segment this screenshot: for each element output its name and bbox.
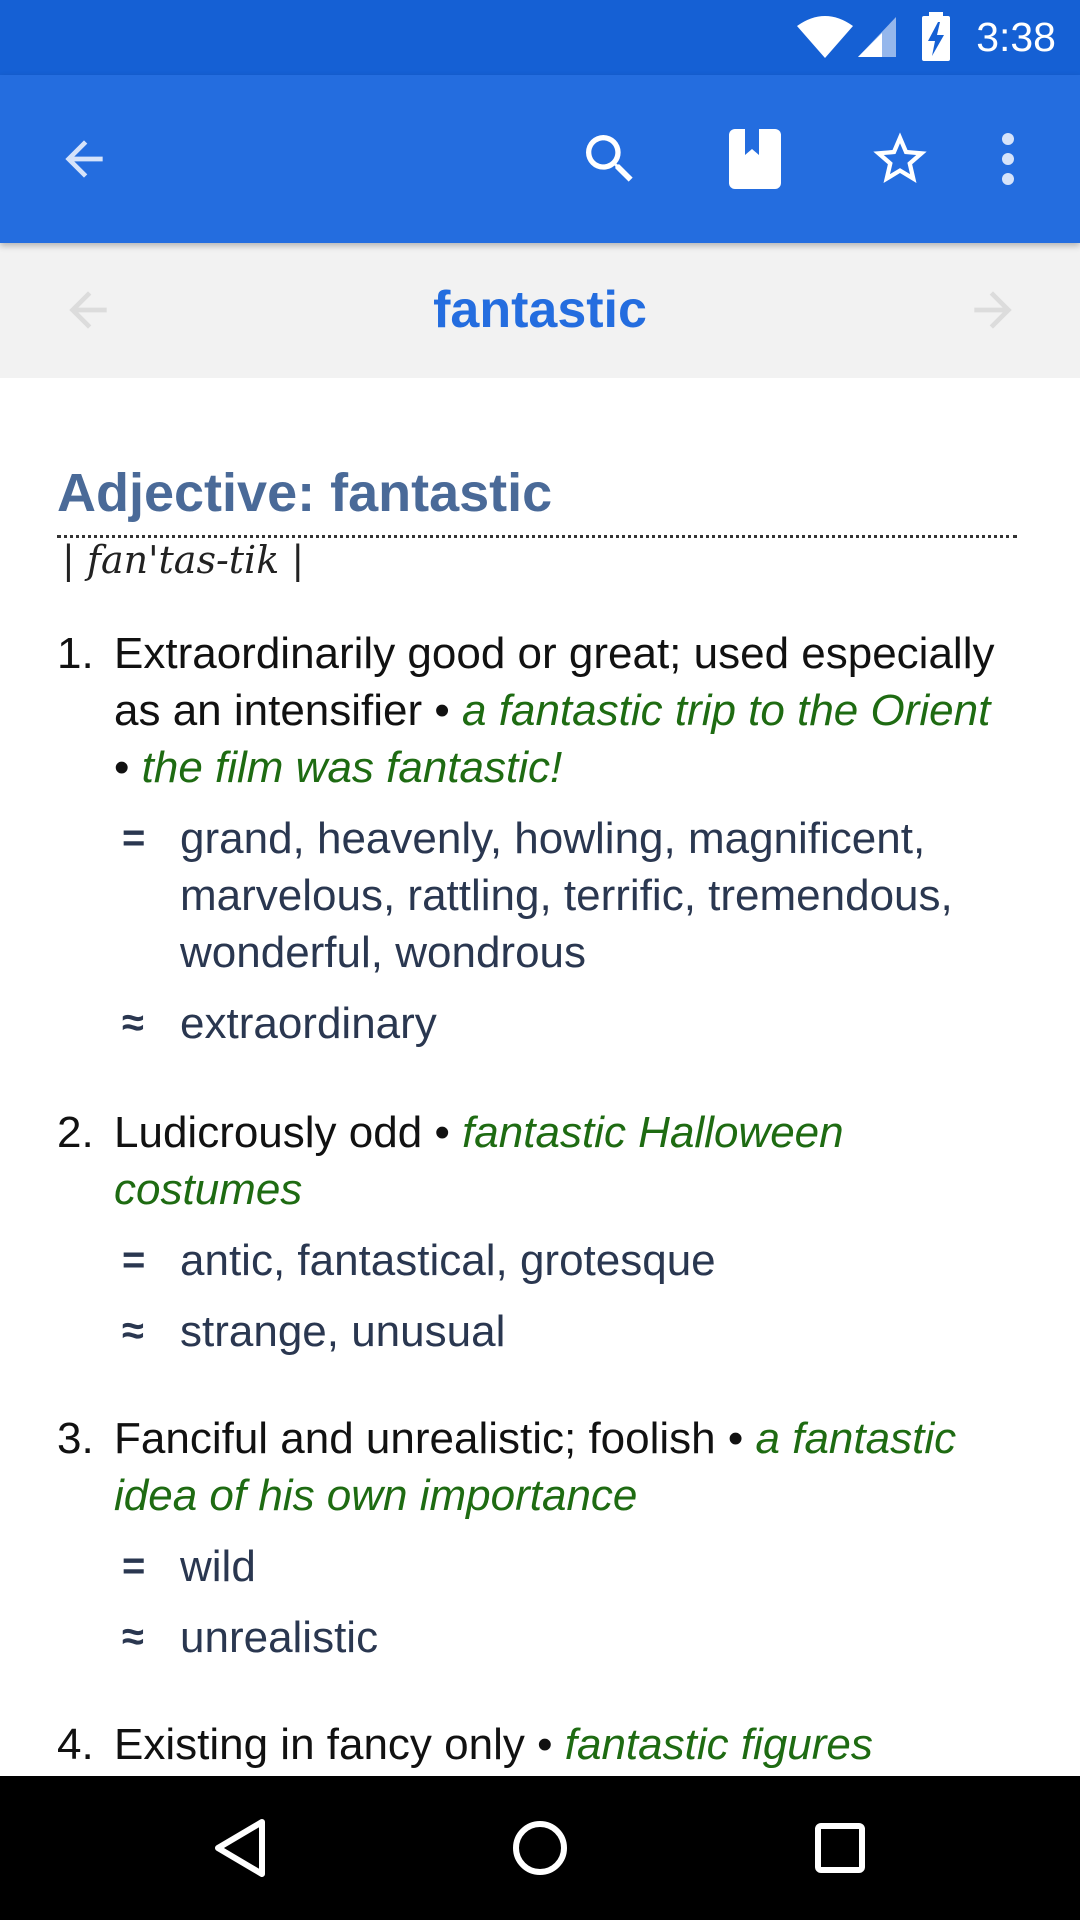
- similar-list[interactable]: strange, unusual: [180, 1303, 1017, 1360]
- pronunciation: | fan'tas-tik |: [62, 538, 305, 582]
- part-of-speech-heading: Adjective: fantastic: [57, 461, 1017, 538]
- system-navigation-bar: [0, 1776, 1080, 1920]
- sense-2: 2. Ludicrously odd • fantastic Halloween…: [57, 1104, 1017, 1360]
- similar-list[interactable]: extraordinary: [180, 995, 1017, 1052]
- example-text: a fantastic trip to the Orient: [462, 686, 991, 735]
- sense-number: 3.: [57, 1414, 94, 1463]
- nav-home-icon: [513, 1821, 567, 1875]
- similar-symbol: ≈: [122, 1309, 144, 1353]
- nav-home-button[interactable]: [490, 1798, 590, 1898]
- synonyms-row: = wild: [114, 1538, 1017, 1595]
- nav-recents-button[interactable]: [790, 1798, 890, 1898]
- sense-1: 1. Extraordinarily good or great; used e…: [57, 625, 1017, 1052]
- example-bullet: •: [114, 743, 130, 792]
- wifi-icon: [797, 16, 853, 58]
- example-bullet: •: [434, 686, 450, 735]
- sense-definition: Ludicrously odd • fantastic Halloween co…: [114, 1104, 1017, 1218]
- sense-4: 4. Existing in fancy only • fantastic fi…: [57, 1716, 1017, 1773]
- example-text: the film was fantastic!: [141, 743, 563, 792]
- similar-list[interactable]: unrealistic: [180, 1609, 1017, 1666]
- sense-number: 2.: [57, 1108, 94, 1157]
- nav-back-button[interactable]: [190, 1798, 290, 1898]
- more-options-button[interactable]: [952, 75, 1064, 243]
- word-navigation-bar: fantastic: [0, 243, 1080, 378]
- entry-word-title: fantastic: [433, 281, 647, 339]
- sense-definition: Existing in fancy only • fantastic figur…: [114, 1716, 1017, 1773]
- status-time: 3:38: [976, 14, 1056, 60]
- synonym-symbol: =: [122, 1238, 146, 1282]
- sense-definition: Extraordinarily good or great; used espe…: [114, 625, 1017, 796]
- example-bullet: •: [434, 1108, 450, 1157]
- back-arrow-icon: [65, 140, 103, 178]
- bookmark-button[interactable]: [700, 75, 810, 243]
- example-text: fantastic figures: [564, 1720, 873, 1769]
- synonyms-list[interactable]: wild: [180, 1538, 1017, 1595]
- app-bar: [0, 75, 1080, 243]
- cell-signal-icon: [858, 17, 896, 57]
- search-button[interactable]: [555, 75, 665, 243]
- example-bullet: •: [727, 1414, 744, 1463]
- synonyms-list[interactable]: grand, heavenly, howling, magnificent, m…: [180, 810, 1017, 981]
- back-button[interactable]: [29, 75, 139, 243]
- definition-text: Fanciful and unrealistic; foolish: [114, 1414, 716, 1463]
- sense-number: 1.: [57, 629, 94, 678]
- next-word-arrow-icon: [974, 291, 1012, 329]
- sense-number: 4.: [57, 1720, 94, 1769]
- similar-row: ≈ extraordinary: [114, 995, 1017, 1052]
- sense-3: 3. Fanciful and unrealistic; foolish • a…: [57, 1410, 1017, 1666]
- search-icon: [586, 135, 633, 182]
- synonym-symbol: =: [122, 1544, 146, 1588]
- definition-content[interactable]: Adjective: fantastic | fan'tas-tik | 1. …: [0, 378, 1080, 1776]
- similar-row: ≈ strange, unusual: [114, 1303, 1017, 1360]
- sense-definition: Fanciful and unrealistic; foolish • a fa…: [114, 1410, 1017, 1524]
- nav-recents-icon: [815, 1823, 865, 1873]
- bookmark-icon: [729, 129, 781, 189]
- synonym-symbol: =: [122, 816, 146, 860]
- synonyms-list[interactable]: antic, fantastical, grotesque: [180, 1232, 1017, 1289]
- nav-back-icon: [215, 1819, 265, 1877]
- synonyms-row: = antic, fantastical, grotesque: [114, 1232, 1017, 1289]
- definition-text: Existing in fancy only: [114, 1720, 525, 1769]
- next-word-button[interactable]: [958, 275, 1028, 345]
- favorite-button[interactable]: [845, 75, 955, 243]
- synonyms-row: = grand, heavenly, howling, magnificent,…: [114, 810, 1017, 981]
- similar-symbol: ≈: [122, 1615, 144, 1659]
- example-bullet: •: [537, 1720, 553, 1769]
- definition-text: Ludicrously odd: [114, 1108, 423, 1157]
- similar-row: ≈ unrealistic: [114, 1609, 1017, 1666]
- similar-symbol: ≈: [122, 1001, 144, 1045]
- status-bar: 3:38: [0, 0, 1080, 75]
- battery-charging-icon: [922, 12, 950, 61]
- more-vert-icon: [1002, 133, 1014, 185]
- star-icon: [873, 132, 927, 183]
